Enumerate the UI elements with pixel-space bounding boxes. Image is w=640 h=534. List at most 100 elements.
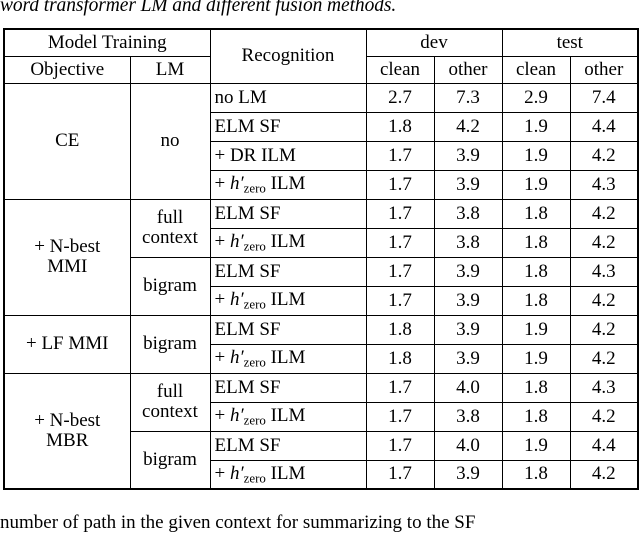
cell-dev-other: 7.3 — [433, 82, 503, 113]
cell-test-other: 4.2 — [569, 459, 639, 490]
cell-dev-other: 3.9 — [433, 140, 503, 171]
cell-test-other: 4.3 — [569, 169, 639, 200]
cell-dev-other: 3.8 — [433, 401, 503, 432]
cell-recognition: ELM SF — [209, 111, 367, 142]
cell-dev-clean: 1.7 — [365, 198, 435, 229]
cell-dev-clean: 1.7 — [365, 430, 435, 461]
cell-recognition: ELM SF — [209, 430, 367, 461]
cell-lm: bigram — [129, 256, 211, 316]
cell-test-clean: 1.9 — [501, 314, 571, 345]
cell-dev-clean: 1.8 — [365, 314, 435, 345]
cell-recognition: + h′zero ILM — [209, 285, 367, 316]
table-head: Model Training Recognition dev test Obje… — [3, 28, 639, 84]
cell-dev-other: 3.9 — [433, 169, 503, 200]
cell-lm: full context — [129, 198, 211, 258]
cell-recognition: + h′zero ILM — [209, 169, 367, 200]
cell-dev-clean: 1.7 — [365, 459, 435, 490]
cell-lm: bigram — [129, 430, 211, 490]
cell-dev-other: 4.0 — [433, 430, 503, 461]
header-test: test — [501, 28, 639, 57]
cell-test-other: 7.4 — [569, 82, 639, 113]
cell-test-other: 4.2 — [569, 198, 639, 229]
cell-dev-other: 3.9 — [433, 343, 503, 374]
table-row: + N-best MMI full context ELM SF 1.7 3.8 1.8 4.2 — [3, 198, 639, 316]
cell-test-other: 4.4 — [569, 111, 639, 142]
cell-recognition: ELM SF — [209, 372, 367, 403]
cell-objective: + LF MMI — [3, 314, 131, 374]
figure-caption-fragment: word transformer LM and different fusion… — [0, 0, 397, 16]
cell-test-clean: 1.9 — [501, 169, 571, 200]
cell-test-other: 4.3 — [569, 372, 639, 403]
cell-test-other: 4.2 — [569, 401, 639, 432]
cell-lm: bigram — [129, 314, 211, 374]
cell-dev-other: 3.9 — [433, 256, 503, 287]
cell-dev-clean: 1.8 — [365, 343, 435, 374]
cell-test-other: 4.2 — [569, 285, 639, 316]
header-test-clean: clean — [501, 55, 571, 84]
cell-test-clean: 1.8 — [501, 401, 571, 432]
cell-objective: + N-best MBR — [3, 372, 131, 490]
header-lm: LM — [129, 55, 211, 84]
header-dev-clean: clean — [365, 55, 435, 84]
table-row: + LF MMI bigram ELM SF 1.8 3.9 1.9 4.2 — [3, 314, 639, 374]
cell-objective: CE — [3, 82, 131, 200]
cell-test-other: 4.2 — [569, 343, 639, 374]
body-text-fragment: number of path in the given context for … — [0, 512, 476, 533]
cell-recognition: ELM SF — [209, 314, 367, 345]
cell-recognition: + h′zero ILM — [209, 401, 367, 432]
cell-dev-clean: 1.8 — [365, 111, 435, 142]
cell-dev-clean: 1.7 — [365, 140, 435, 171]
cell-test-clean: 1.9 — [501, 343, 571, 374]
cell-test-other: 4.2 — [569, 140, 639, 171]
header-dev-other: other — [433, 55, 503, 84]
cell-recognition: + h′zero ILM — [209, 343, 367, 374]
header-test-other: other — [569, 55, 639, 84]
cell-test-other: 4.2 — [569, 314, 639, 345]
cell-dev-clean: 2.7 — [365, 82, 435, 113]
cell-dev-clean: 1.7 — [365, 227, 435, 258]
header-dev: dev — [365, 28, 503, 57]
cell-dev-clean: 1.7 — [365, 401, 435, 432]
cell-objective: + N-best MMI — [3, 198, 131, 316]
cell-test-clean: 1.8 — [501, 285, 571, 316]
cell-test-clean: 2.9 — [501, 82, 571, 113]
cell-test-clean: 1.8 — [501, 256, 571, 287]
cell-test-clean: 1.9 — [501, 140, 571, 171]
table-row: + N-best MBR full context ELM SF 1.7 4.0 1.8 4.3 — [3, 372, 639, 490]
cell-dev-other: 4.0 — [433, 372, 503, 403]
cell-test-clean: 1.8 — [501, 198, 571, 229]
cell-dev-other: 3.8 — [433, 227, 503, 258]
cell-test-other: 4.2 — [569, 227, 639, 258]
cell-test-clean: 1.8 — [501, 459, 571, 490]
cell-recognition: + h′zero ILM — [209, 459, 367, 490]
cell-dev-other: 3.8 — [433, 198, 503, 229]
table-body: CE no no LM 2.7 7.3 2.9 7.4 ELM SF 1.8 4.2 1.9 4.4 +… — [3, 82, 639, 490]
cell-lm: full context — [129, 372, 211, 432]
cell-test-clean: 1.8 — [501, 372, 571, 403]
cell-recognition: ELM SF — [209, 256, 367, 287]
table-row: CE no no LM 2.7 7.3 2.9 7.4 — [3, 82, 639, 200]
cell-test-other: 4.3 — [569, 256, 639, 287]
cell-recognition: ELM SF — [209, 198, 367, 229]
cell-dev-clean: 1.7 — [365, 169, 435, 200]
cell-recognition: + h′zero ILM — [209, 227, 367, 258]
cell-dev-clean: 1.7 — [365, 372, 435, 403]
header-recognition: Recognition — [209, 28, 367, 84]
cell-dev-other: 4.2 — [433, 111, 503, 142]
header-model-training: Model Training — [3, 28, 211, 57]
cell-lm: no — [129, 82, 211, 200]
cell-recognition: + DR ILM — [209, 140, 367, 171]
header-objective: Objective — [3, 55, 131, 84]
cell-recognition: no LM — [209, 82, 367, 113]
cell-test-clean: 1.8 — [501, 227, 571, 258]
cell-dev-other: 3.9 — [433, 285, 503, 316]
results-table: Model Training Recognition dev test Obje… — [3, 28, 640, 490]
results-table-container: Model Training Recognition dev test Obje… — [3, 28, 640, 490]
cell-dev-other: 3.9 — [433, 459, 503, 490]
cell-test-clean: 1.9 — [501, 111, 571, 142]
cell-dev-clean: 1.7 — [365, 256, 435, 287]
cell-dev-other: 3.9 — [433, 314, 503, 345]
cell-test-clean: 1.9 — [501, 430, 571, 461]
cell-dev-clean: 1.7 — [365, 285, 435, 316]
cell-test-other: 4.4 — [569, 430, 639, 461]
